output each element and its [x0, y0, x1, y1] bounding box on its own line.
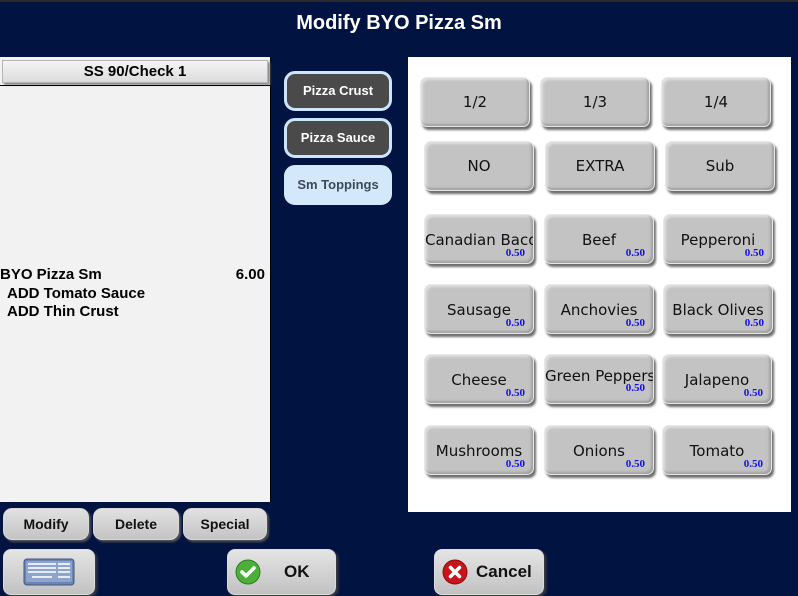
check-line-text: BYO Pizza Sm — [0, 266, 102, 283]
button-label: 1/4 — [703, 93, 729, 111]
topping-price: 0.50 — [625, 382, 645, 394]
category-pizza-crust[interactable]: Pizza Crust — [284, 71, 392, 111]
topping-beef[interactable]: Beef 0.50 — [544, 214, 654, 264]
button-label: Sub — [705, 157, 735, 175]
topping-mushrooms[interactable]: Mushrooms 0.50 — [424, 425, 534, 475]
topping-price: 0.50 — [505, 387, 525, 399]
cancel-button[interactable]: Cancel — [434, 549, 544, 595]
modify-button[interactable]: Modify — [3, 508, 89, 540]
topping-price: 0.50 — [505, 247, 525, 259]
portion-third-button[interactable]: 1/3 — [540, 77, 650, 127]
sub-button[interactable]: Sub — [665, 141, 775, 191]
topping-black-olives[interactable]: Black Olives 0.50 — [663, 284, 773, 334]
dialog-title: Modify BYO Pizza Sm — [296, 12, 502, 34]
topping-tomato[interactable]: Tomato 0.50 — [662, 425, 772, 475]
topping-price: 0.50 — [625, 317, 645, 329]
extra-button[interactable]: EXTRA — [545, 141, 655, 191]
topping-sausage[interactable]: Sausage 0.50 — [424, 284, 534, 334]
keyboard-button[interactable] — [3, 549, 95, 595]
category-sm-toppings[interactable]: Sm Toppings — [284, 165, 392, 205]
check-line-modifier[interactable]: ADD Tomato Sauce — [7, 285, 145, 302]
window-frame — [0, 0, 798, 2]
button-label: 1/3 — [582, 93, 608, 111]
ok-label: OK — [284, 562, 310, 581]
topping-price: 0.50 — [743, 458, 763, 470]
modifier-panel: 1/2 1/3 1/4 NO EXTRA Sub Canadian Bacon0… — [408, 57, 791, 512]
topping-price: 0.50 — [625, 247, 645, 259]
topping-onions[interactable]: Onions 0.50 — [544, 425, 654, 475]
topping-price: 0.50 — [505, 317, 525, 329]
portion-half-button[interactable]: 1/2 — [420, 77, 530, 127]
portion-quarter-button[interactable]: 1/4 — [661, 77, 771, 127]
keyboard-icon — [23, 558, 75, 586]
topping-price: 0.50 — [744, 247, 764, 259]
topping-price: 0.50 — [625, 458, 645, 470]
topping-price: 0.50 — [744, 317, 764, 329]
check-panel: BYO Pizza Sm 6.00 ADD Tomato Sauce ADD T… — [0, 57, 271, 502]
ok-button[interactable]: OK — [227, 549, 336, 595]
check-header: SS 90/Check 1 — [2, 60, 268, 83]
topping-price: 0.50 — [505, 458, 525, 470]
button-label: 1/2 — [462, 93, 488, 111]
check-line-text: ADD Tomato Sauce — [7, 285, 146, 302]
topping-price: 0.50 — [743, 387, 763, 399]
category-pizza-sauce[interactable]: Pizza Sauce — [284, 118, 392, 158]
special-button[interactable]: Special — [183, 508, 267, 540]
cancel-x-icon — [442, 559, 468, 585]
check-line-item[interactable]: BYO Pizza Sm 6.00 — [0, 266, 265, 283]
topping-cheese[interactable]: Cheese 0.50 — [424, 354, 534, 404]
topping-jalapeno[interactable]: Jalapeno 0.50 — [662, 354, 772, 404]
cancel-label: Cancel — [476, 562, 532, 581]
button-label: EXTRA — [575, 157, 625, 175]
topping-canadian-bacon[interactable]: Canadian Bacon0.50 — [424, 214, 534, 264]
checkmark-icon — [235, 559, 261, 585]
check-line-price: 6.00 — [235, 266, 265, 283]
check-line-text: ADD Thin Crust — [7, 303, 119, 320]
check-line-modifier[interactable]: ADD Thin Crust — [7, 303, 119, 320]
button-label: NO — [467, 157, 491, 175]
topping-pepperoni[interactable]: Pepperoni 0.50 — [663, 214, 773, 264]
topping-green-peppers[interactable]: Green Peppers 0.50 — [544, 354, 654, 404]
delete-button[interactable]: Delete — [93, 508, 179, 540]
topping-anchovies[interactable]: Anchovies 0.50 — [544, 284, 654, 334]
no-button[interactable]: NO — [424, 141, 534, 191]
divider — [0, 85, 270, 86]
